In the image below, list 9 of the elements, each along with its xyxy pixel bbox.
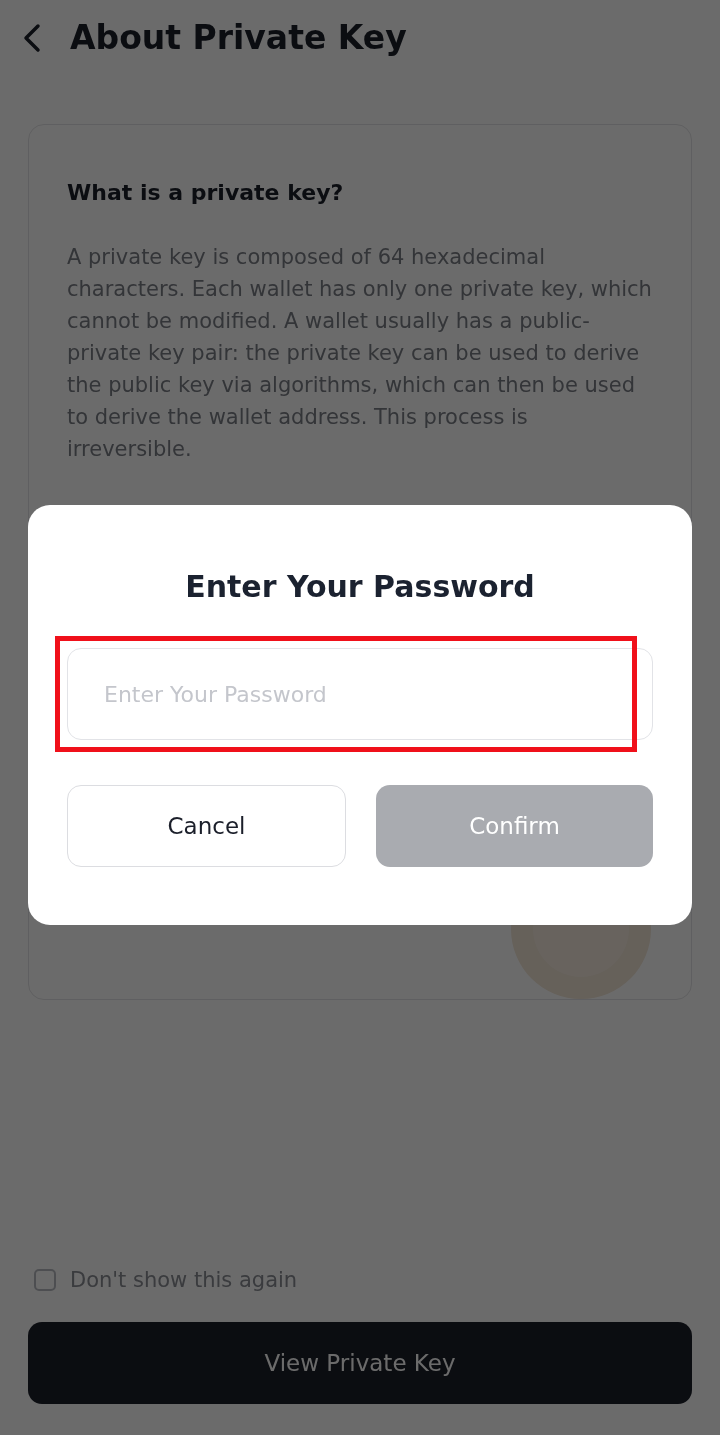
back-icon[interactable] (22, 22, 42, 53)
card-text: A private key is composed of 64 hexadecimal characters. Each wallet has only one private key, which cannot be modified. A wallet usually has a public-private key pair: the private key can be used to derive the public key via algorithms, which can then be used to derive the wallet address. This process is irreversible. (67, 244, 653, 463)
page-title: About Private Key (70, 18, 407, 57)
view-private-key-button[interactable]: View Private Key (28, 1322, 692, 1404)
password-field[interactable]: Enter Your Password (67, 648, 653, 740)
dialog-title: Enter Your Password (184, 569, 536, 604)
card-heading: What is a private key? (67, 180, 345, 205)
cancel-button[interactable]: Cancel (67, 785, 346, 867)
checkbox[interactable] (34, 1269, 56, 1291)
